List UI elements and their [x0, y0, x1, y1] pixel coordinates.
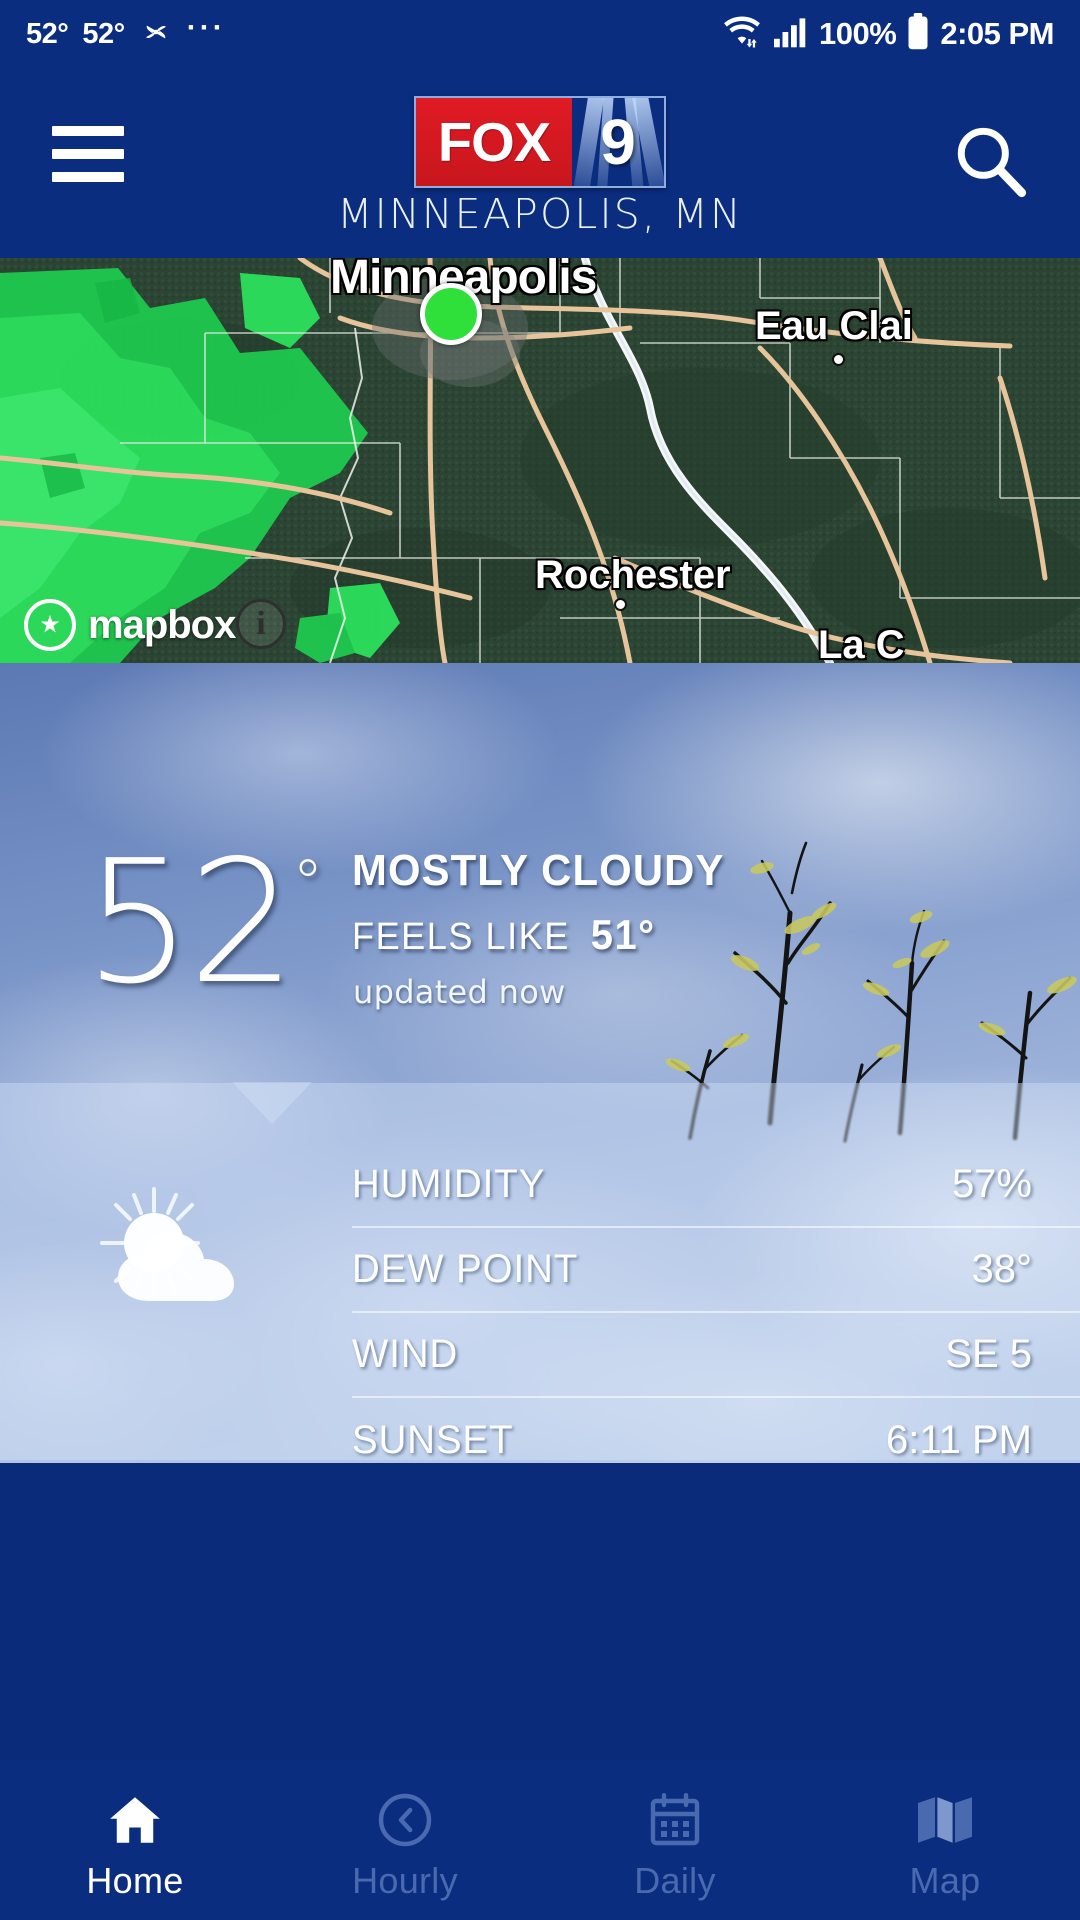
info-icon[interactable]: i — [236, 599, 286, 649]
fox-logo-text: FOX — [437, 111, 551, 173]
detail-label: WIND — [352, 1332, 459, 1376]
clock-icon — [377, 1790, 433, 1850]
home-icon — [106, 1790, 164, 1850]
wifi-icon — [721, 14, 763, 55]
detail-row-dew-point[interactable]: DEW POINT 38° — [352, 1228, 1080, 1313]
detail-row-wind[interactable]: WIND SE 5 — [352, 1313, 1080, 1398]
fox9-logo: FOX 9 — [414, 96, 666, 188]
location-title[interactable]: MINNEAPOLIS, MN — [0, 190, 1080, 238]
current-temperature: 52° — [84, 838, 323, 1008]
current-temperature-value: 52 — [84, 824, 296, 1022]
current-condition-text: MOSTLY CLOUDY — [352, 846, 725, 895]
battery-full-icon — [905, 12, 931, 56]
nav-item-daily[interactable]: Daily — [540, 1760, 810, 1920]
detail-label: HUMIDITY — [352, 1162, 546, 1206]
mapbox-wordmark: mapbox — [88, 602, 236, 647]
battery-percent: 100% — [819, 16, 897, 51]
map-label-eau-claire: Eau Clai — [755, 304, 913, 348]
nav-label-map: Map — [909, 1860, 981, 1901]
feels-like-label: FEELS LIKE — [352, 916, 570, 958]
nav-label-home: Home — [86, 1860, 184, 1901]
current-details-panel: HUMIDITY 57% DEW POINT 38° WIND SE 5 SUN… — [0, 1082, 1080, 1462]
detail-value: 38° — [971, 1247, 1033, 1291]
nine-logo-box: 9 — [572, 96, 666, 188]
city-dot-eau-claire — [832, 353, 845, 366]
details-list: HUMIDITY 57% DEW POINT 38° WIND SE 5 SUN… — [352, 1143, 1080, 1483]
map-label-la-crosse: La C — [818, 623, 905, 663]
nav-label-daily: Daily — [634, 1860, 716, 1901]
nine-logo-text: 9 — [600, 106, 636, 178]
ellipsis-icon: ··· — [186, 11, 226, 44]
bottom-navigation-bar: Home Hourly Daily Map — [0, 1760, 1080, 1920]
status-clock: 2:05 PM — [940, 16, 1054, 51]
detail-row-humidity[interactable]: HUMIDITY 57% — [352, 1143, 1080, 1228]
updated-timestamp: updated now — [353, 973, 566, 1011]
current-location-marker[interactable] — [420, 283, 482, 345]
nav-item-map[interactable]: Map — [810, 1760, 1080, 1920]
status-bar-right: 100% 2:05 PM — [721, 12, 1054, 56]
detail-value: 57% — [951, 1162, 1032, 1206]
detail-label: DEW POINT — [352, 1247, 579, 1291]
status-temp-2: 52° — [82, 17, 125, 50]
calendar-icon — [648, 1790, 702, 1850]
status-bar: 52° 52° ··· 100% 2:05 PM — [0, 0, 1080, 68]
hamburger-menu-icon[interactable] — [52, 126, 124, 182]
map-label-rochester: Rochester — [535, 553, 731, 597]
detail-value: 6:11 PM — [886, 1418, 1032, 1462]
sun-behind-cloud-icon — [92, 1181, 282, 1331]
panel-notch — [232, 1082, 312, 1124]
radar-map[interactable]: Minneapolis Eau Clai Rochester La C mapb… — [0, 258, 1080, 663]
degree-symbol: ° — [292, 846, 323, 919]
status-bar-left: 52° 52° ··· — [26, 11, 226, 54]
detail-value: SE 5 — [945, 1332, 1032, 1376]
cell-signal-icon — [772, 15, 810, 54]
nav-item-home[interactable]: Home — [0, 1760, 270, 1920]
feels-like: FEELS LIKE 51° — [352, 911, 656, 959]
nav-label-hourly: Hourly — [352, 1860, 458, 1901]
detail-label: SUNSET — [352, 1418, 514, 1462]
fox-logo-box: FOX — [414, 96, 572, 188]
detail-row-sunset[interactable]: SUNSET 6:11 PM — [352, 1398, 1080, 1483]
pinwheel-icon — [139, 15, 173, 54]
mapbox-badge-icon — [24, 599, 76, 651]
city-dot-rochester — [614, 598, 627, 611]
status-temp-1: 52° — [26, 17, 69, 50]
weather-app-screen: 52° 52° ··· 100% 2:05 PM FOX 9 MINNEAPOL… — [0, 0, 1080, 1920]
feels-like-value: 51° — [590, 911, 656, 958]
app-header: FOX 9 MINNEAPOLIS, MN — [0, 68, 1080, 258]
nav-item-hourly[interactable]: Hourly — [270, 1760, 540, 1920]
map-icon — [915, 1790, 975, 1850]
mapbox-attribution[interactable]: mapbox — [24, 599, 236, 651]
